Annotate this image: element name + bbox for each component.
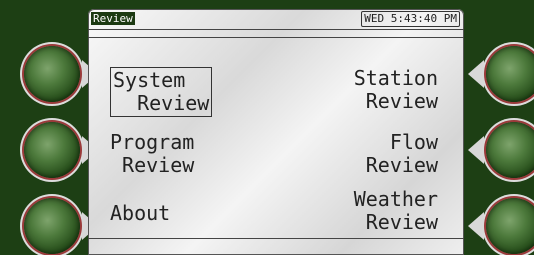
menu-item-station-review[interactable]: Station Review (354, 67, 438, 113)
clock-display: WED 5:43:40 PM (361, 11, 460, 27)
left-softkey-2-button[interactable] (24, 122, 80, 178)
menu-item-weather-review[interactable]: Weather Review (354, 188, 438, 234)
menu-item-about[interactable]: About (110, 202, 170, 225)
right-softkey-3-pointer-icon (468, 212, 484, 240)
status-bar: Review WED 5:43:40 PM (88, 9, 464, 30)
right-softkey-3-button[interactable] (486, 198, 534, 254)
bottom-divider (88, 238, 464, 239)
right-softkey-1-button[interactable] (486, 46, 534, 102)
lcd-screen: Review WED 5:43:40 PM System Review Prog… (88, 9, 464, 255)
screen-title: Review (91, 12, 135, 25)
menu-item-program-review[interactable]: Program Review (110, 131, 194, 177)
right-softkey-2-button[interactable] (486, 122, 534, 178)
right-softkey-1-pointer-icon (468, 60, 484, 88)
menu-item-system-review[interactable]: System Review (110, 67, 213, 117)
left-softkey-3-button[interactable] (24, 198, 80, 254)
menu-item-flow-review[interactable]: Flow Review (330, 131, 438, 177)
top-divider (88, 37, 464, 38)
right-softkey-2-pointer-icon (468, 136, 484, 164)
left-softkey-1-button[interactable] (24, 46, 80, 102)
